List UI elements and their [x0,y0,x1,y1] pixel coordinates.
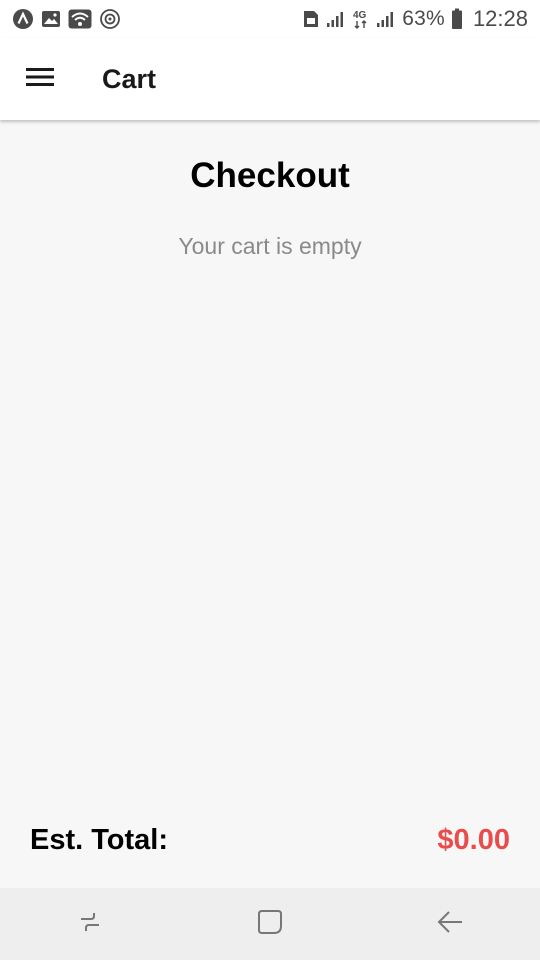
sync-icon [99,8,121,30]
status-right: 4G 63% 12:28 [302,6,528,32]
image-icon [41,10,61,28]
battery-percentage: 63% [402,7,445,30]
status-time: 12:28 [472,6,528,31]
wifi-icon [68,9,92,29]
hamburger-menu-icon [26,67,54,92]
app-bar: Cart [0,38,540,120]
back-button[interactable] [420,894,480,954]
svg-text:4G: 4G [353,10,367,21]
estimated-total-row: Est. Total: $0.00 [30,820,510,860]
empty-cart-message: Your cart is empty [178,233,362,259]
app-logo-icon [12,8,34,30]
battery-icon [451,8,463,30]
recent-apps-icon [76,909,104,940]
sim-icon [302,9,320,29]
screen: 4G 63% 12:28 Cart Checkout Your cart is … [0,0,540,960]
total-value: $0.00 [437,823,510,856]
home-button[interactable] [240,894,300,954]
menu-button[interactable] [20,59,60,99]
recent-apps-button[interactable] [60,894,120,954]
app-title: Cart [102,63,157,94]
signal-icon [376,10,396,28]
status-left [12,8,121,30]
home-icon [256,908,284,941]
total-label: Est. Total: [30,823,169,856]
system-nav-bar [0,888,540,960]
cart-content: Checkout Your cart is empty Est. Total: … [0,120,540,888]
status-bar: 4G 63% 12:28 [0,0,540,38]
4g-icon: 4G [352,8,370,30]
signal-icon [326,10,346,28]
checkout-heading: Checkout [190,156,350,195]
back-icon [436,909,464,940]
